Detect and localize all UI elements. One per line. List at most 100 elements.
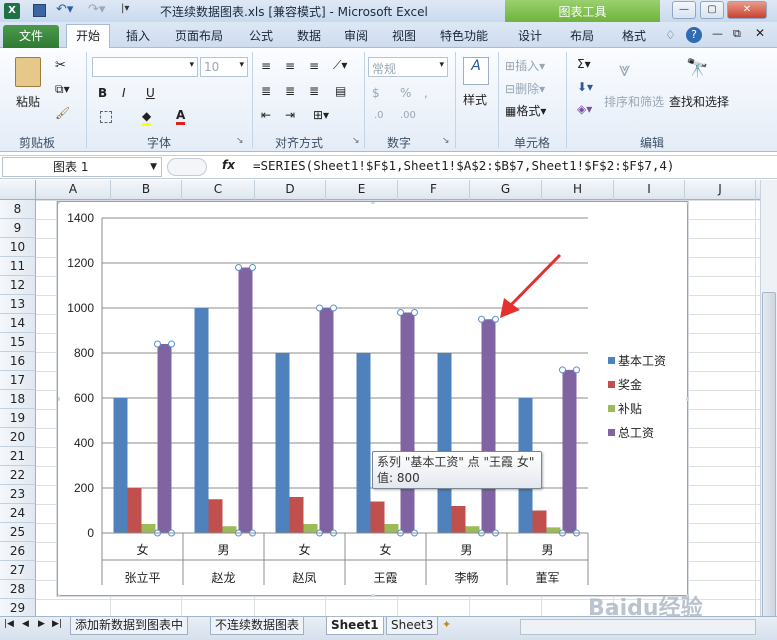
row-header-25[interactable]: 25 <box>0 523 36 542</box>
tab-formulas[interactable]: 公式 <box>249 27 273 47</box>
tab-review[interactable]: 审阅 <box>344 27 368 47</box>
font-color-button[interactable]: A <box>176 108 186 125</box>
align-right-icon[interactable]: ≣ <box>309 84 319 98</box>
sort-filter-icon[interactable]: ⩔ <box>619 57 630 81</box>
vertical-scrollbar[interactable] <box>760 180 777 632</box>
font-name-combo[interactable]: ▾ <box>92 57 198 77</box>
row-header-9[interactable]: 9 <box>0 219 36 238</box>
clear-icon[interactable]: ◈▾ <box>577 102 592 116</box>
row-header-23[interactable]: 23 <box>0 485 36 504</box>
column-header-a[interactable]: A <box>36 180 111 200</box>
row-header-21[interactable]: 21 <box>0 447 36 466</box>
align-center-icon[interactable]: ≣ <box>285 84 295 98</box>
sheet-tab-noncontiguous-chart[interactable]: 不连续数据图表 <box>210 617 305 635</box>
sheet-nav-last-icon[interactable]: ▶| <box>52 619 62 629</box>
fill-color-icon[interactable]: ◆ <box>142 109 152 126</box>
column-header-c[interactable]: C <box>182 180 255 200</box>
workbook-minimize-icon[interactable]: — <box>712 27 723 40</box>
name-box[interactable]: 图表 1 ▼ <box>2 157 162 177</box>
row-header-28[interactable]: 28 <box>0 580 36 599</box>
help-icon[interactable]: ? <box>686 27 702 43</box>
column-header-b[interactable]: B <box>111 180 182 200</box>
styles-icon[interactable]: A <box>463 57 489 85</box>
chart-object[interactable]: 0 200 400 600 800 1000 1200 1400 女张立平 男赵龙 女赵凤 女王霞 男李… <box>56 200 690 598</box>
column-header-h[interactable]: H <box>542 180 614 200</box>
column-header-d[interactable]: D <box>255 180 326 200</box>
redo-icon[interactable]: ↷▾ <box>88 2 105 17</box>
tab-special-features[interactable]: 特色功能 <box>440 27 488 47</box>
find-select-button[interactable]: 查找和选择 <box>669 93 729 110</box>
underline-button[interactable]: U <box>146 86 155 100</box>
row-header-17[interactable]: 17 <box>0 371 36 390</box>
row-header-18[interactable]: 18 <box>0 390 36 409</box>
row-header-27[interactable]: 27 <box>0 561 36 580</box>
paste-button[interactable]: 粘贴 <box>16 93 40 110</box>
delete-cells-button[interactable]: ⊟删除▾ <box>505 80 545 97</box>
undo-icon[interactable]: ↶▾ <box>56 2 73 17</box>
comma-button[interactable]: , <box>424 86 428 100</box>
cut-icon[interactable]: ✂ <box>55 58 66 73</box>
currency-button[interactable]: $ <box>372 86 380 100</box>
column-header-j[interactable]: J <box>685 180 756 200</box>
tab-file[interactable]: 文件 <box>3 25 59 48</box>
column-header-g[interactable]: G <box>470 180 542 200</box>
increase-decimal-icon[interactable]: .0 <box>374 110 384 121</box>
row-header-26[interactable]: 26 <box>0 542 36 561</box>
sheet-tab-add-data[interactable]: 添加新数据到图表中 <box>70 617 189 635</box>
tab-format[interactable]: 格式 <box>622 27 646 47</box>
format-cells-button[interactable]: ▦格式▾ <box>505 102 546 119</box>
tab-layout[interactable]: 布局 <box>570 27 594 47</box>
row-header-13[interactable]: 13 <box>0 295 36 314</box>
formula-input[interactable]: =SERIES(Sheet1!$F$1,Sheet1!$A$2:$B$7,She… <box>253 157 773 177</box>
align-left-icon[interactable]: ≣ <box>261 84 271 98</box>
fill-icon[interactable]: ⬇▾ <box>577 80 593 94</box>
close-button[interactable]: ✕ <box>727 1 767 19</box>
copy-icon[interactable]: ⧉▾ <box>55 82 70 97</box>
workbook-restore-icon[interactable]: ⧉ <box>733 27 741 41</box>
row-header-15[interactable]: 15 <box>0 333 36 352</box>
column-header-i[interactable]: I <box>614 180 685 200</box>
excel-app-icon[interactable]: X <box>4 3 20 19</box>
font-dialog-launcher-icon[interactable]: ↘ <box>236 136 244 146</box>
save-icon[interactable] <box>33 4 46 17</box>
border-icon[interactable] <box>100 111 112 123</box>
format-painter-icon[interactable]: 🖌 <box>55 106 70 120</box>
row-header-22[interactable]: 22 <box>0 466 36 485</box>
number-dialog-launcher-icon[interactable]: ↘ <box>442 136 450 146</box>
merge-center-icon[interactable]: ⊞▾ <box>313 108 329 122</box>
font-size-combo[interactable]: 10 ▾ <box>200 57 248 77</box>
row-header-20[interactable]: 20 <box>0 428 36 447</box>
row-header-24[interactable]: 24 <box>0 504 36 523</box>
tab-insert[interactable]: 插入 <box>126 27 150 47</box>
row-header-19[interactable]: 19 <box>0 409 36 428</box>
autosum-button[interactable]: Σ▾ <box>577 57 591 71</box>
italic-button[interactable]: I <box>122 86 126 100</box>
collapse-ribbon-icon[interactable]: ♢ <box>665 28 676 42</box>
tab-home[interactable]: 开始 <box>66 24 110 49</box>
percent-button[interactable]: % <box>400 86 411 100</box>
sheet-tab-sheet1[interactable]: Sheet1 <box>326 617 384 635</box>
workbook-close-icon[interactable]: ✕ <box>755 26 765 40</box>
select-all-corner[interactable] <box>0 180 36 200</box>
column-header-f[interactable]: F <box>398 180 470 200</box>
row-header-8[interactable]: 8 <box>0 200 36 219</box>
orientation-icon[interactable]: ⟋▾ <box>333 58 347 73</box>
decrease-indent-icon[interactable]: ⇤ <box>261 108 271 122</box>
tab-view[interactable]: 视图 <box>392 27 416 47</box>
minimize-button[interactable]: — <box>672 1 696 19</box>
wrap-text-icon[interactable]: ▤ <box>335 84 346 98</box>
bold-button[interactable]: B <box>98 86 107 100</box>
number-format-combo[interactable]: 常规 ▾ <box>368 57 448 77</box>
align-top-icon[interactable]: ≡ <box>261 59 271 73</box>
customize-toolbar-icon[interactable]: |▾ <box>121 3 129 14</box>
align-bottom-icon[interactable]: ≡ <box>309 59 319 73</box>
decrease-decimal-icon[interactable]: .00 <box>400 110 416 121</box>
tab-data[interactable]: 数据 <box>297 27 321 47</box>
row-header-16[interactable]: 16 <box>0 352 36 371</box>
insert-sheet-icon[interactable]: ✦ <box>442 618 451 631</box>
tab-design[interactable]: 设计 <box>518 27 542 47</box>
sort-filter-button[interactable]: 排序和筛选 <box>604 93 664 110</box>
row-header-14[interactable]: 14 <box>0 314 36 333</box>
increase-indent-icon[interactable]: ⇥ <box>285 108 295 122</box>
alignment-dialog-launcher-icon[interactable]: ↘ <box>352 136 360 146</box>
